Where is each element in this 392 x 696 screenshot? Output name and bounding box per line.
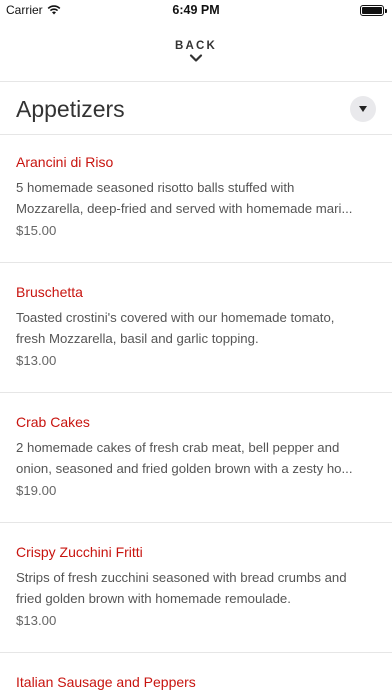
- battery-icon: [360, 5, 387, 16]
- item-description-line: Mozzarella, deep-fried and served with h…: [16, 201, 353, 216]
- item-description-line: fried golden brown with homemade remoula…: [16, 591, 291, 606]
- divider: [0, 262, 392, 263]
- item-name: Bruschetta: [16, 284, 83, 300]
- status-bar: Carrier 6:49 PM: [0, 0, 392, 22]
- menu-item[interactable]: Crispy Zucchini Fritti Strips of fresh z…: [0, 524, 392, 652]
- item-description: 5 homemade seasoned risotto balls stuffe…: [16, 177, 376, 219]
- item-description-line: 5 homemade seasoned risotto balls stuffe…: [16, 180, 295, 195]
- back-label: BACK: [174, 40, 218, 52]
- menu-item[interactable]: Italian Sausage and Peppers: [0, 654, 392, 696]
- item-description: Toasted crostini's covered with our home…: [16, 307, 376, 349]
- menu-item[interactable]: Arancini di Riso 5 homemade seasoned ris…: [0, 134, 392, 262]
- section-header[interactable]: Appetizers: [0, 82, 392, 136]
- section-title: Appetizers: [16, 96, 125, 122]
- item-name: Crab Cakes: [16, 414, 90, 430]
- divider: [0, 652, 392, 653]
- status-time: 6:49 PM: [172, 3, 220, 17]
- back-button[interactable]: BACK: [0, 22, 392, 80]
- item-name: Crispy Zucchini Fritti: [16, 544, 143, 560]
- item-name: Italian Sausage and Peppers: [16, 674, 196, 690]
- item-description: 2 homemade cakes of fresh crab meat, bel…: [16, 437, 376, 479]
- item-price: $15.00: [16, 223, 57, 238]
- item-description-line: onion, seasoned and fried golden brown w…: [16, 461, 353, 476]
- item-price: $13.00: [16, 613, 57, 628]
- item-description-line: Strips of fresh zucchini seasoned with b…: [16, 570, 347, 585]
- item-price: $13.00: [16, 353, 57, 368]
- item-description-line: 2 homemade cakes of fresh crab meat, bel…: [16, 440, 340, 455]
- menu-item[interactable]: Bruschetta Toasted crostini's covered wi…: [0, 264, 392, 392]
- menu-item[interactable]: Crab Cakes 2 homemade cakes of fresh cra…: [0, 394, 392, 522]
- item-price: $19.00: [16, 483, 57, 498]
- divider: [0, 392, 392, 393]
- caret-down-icon: [359, 106, 367, 112]
- section-toggle-button[interactable]: [350, 96, 376, 122]
- item-description-line: Toasted crostini's covered with our home…: [16, 310, 335, 325]
- divider: [0, 522, 392, 523]
- chevron-down-icon: [189, 54, 203, 62]
- item-description-line: fresh Mozzarella, basil and garlic toppi…: [16, 331, 259, 346]
- item-description: Strips of fresh zucchini seasoned with b…: [16, 567, 376, 609]
- item-name: Arancini di Riso: [16, 154, 114, 170]
